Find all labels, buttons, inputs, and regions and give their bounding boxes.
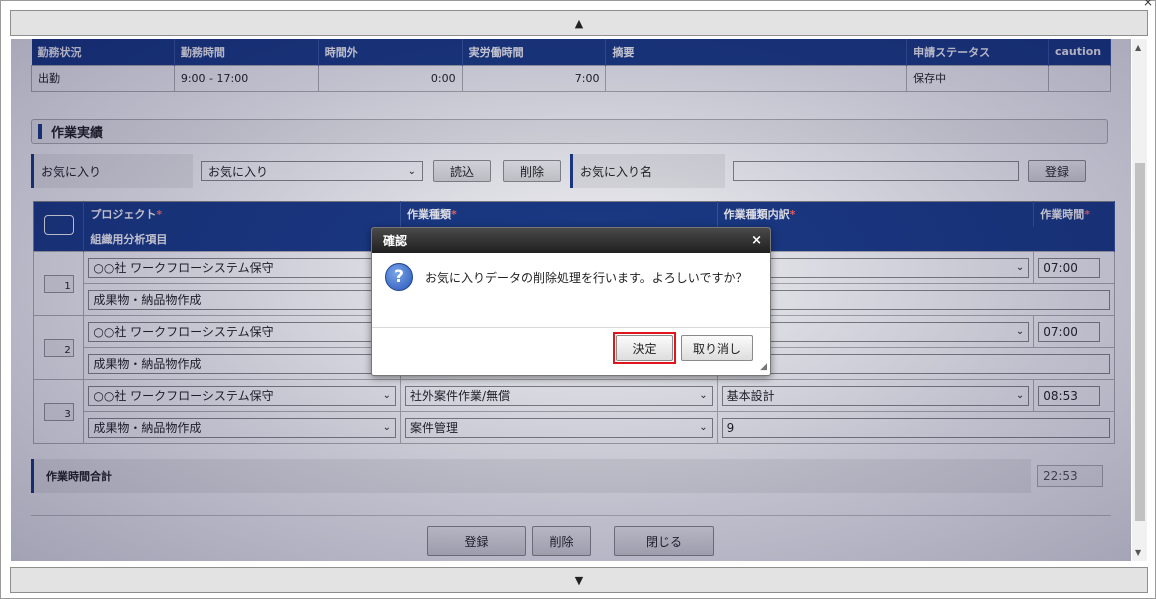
- header-work-time: 作業時間*: [1033, 201, 1115, 227]
- attendance-caution: [1047, 64, 1112, 92]
- analysis-input[interactable]: 成果物・納品物作成: [88, 289, 397, 310]
- resize-grip-icon[interactable]: ◢: [760, 362, 767, 372]
- register-button[interactable]: 登録: [427, 526, 526, 556]
- chevron-down-icon: ⌄: [382, 390, 392, 401]
- favorites-select[interactable]: お気に入り ⌄: [201, 161, 423, 181]
- detail-input-2[interactable]: [721, 289, 1110, 310]
- analysis-input[interactable]: 成果物・納品物作成: [88, 353, 397, 374]
- attendance-table: 勤務状況 勤務時間 時間外 実労働時間 摘要 申請ステータス caution 出…: [31, 39, 1112, 92]
- favorite-name-input[interactable]: [733, 161, 1019, 181]
- dialog-body: ? お気に入りデータの削除処理を行います。よろしいですか？: [372, 253, 770, 328]
- attendance-actual-hours: 7:00: [461, 64, 607, 92]
- dialog-titlebar[interactable]: 確認 ×: [372, 228, 770, 253]
- cancel-button[interactable]: 取り消し: [681, 335, 753, 361]
- favorites-select-value: お気に入り: [208, 164, 269, 179]
- attendance-header-actual-hours: 実労働時間: [462, 39, 607, 65]
- chevron-down-icon: ⌄: [1015, 390, 1025, 401]
- row-index-cell: 3: [32, 379, 85, 444]
- favorites-label: お気に入り: [31, 154, 193, 188]
- dialog-message: お気に入りデータの削除処理を行います。よろしいですか？: [425, 271, 748, 285]
- vertical-scrollbar[interactable]: ▲ ▼: [1132, 39, 1147, 561]
- table-row: 成果物・納品物作成 ⌄ 案件管理 ⌄ 9: [34, 411, 1116, 444]
- dialog-buttons: 決定 取り消し: [613, 332, 753, 364]
- attendance-overtime: 0:00: [317, 64, 463, 92]
- row-index-cell: 2: [32, 315, 85, 380]
- row-index[interactable]: 2: [43, 338, 74, 357]
- attendance-status: 出勤: [31, 64, 175, 92]
- project-select[interactable]: ○○社 ワークフローシステム保守⌄: [88, 321, 397, 342]
- work-time-input[interactable]: 08:53: [1038, 385, 1101, 406]
- total-label: 作業時間合計: [31, 459, 1031, 493]
- delete-button[interactable]: 削除: [532, 526, 591, 556]
- attendance-work-hours: 9:00 - 17:00: [173, 64, 319, 92]
- analysis-select-2[interactable]: 案件管理 ⌄: [405, 417, 713, 438]
- row-index-cell: 1: [32, 251, 85, 316]
- analysis-select[interactable]: 成果物・納品物作成 ⌄: [88, 417, 397, 438]
- ok-button-highlight: 決定: [613, 332, 676, 364]
- project-select[interactable]: ○○社 ワークフローシステム保守⌄: [88, 257, 397, 278]
- table-row: 3 ○○社 ワークフローシステム保守 ⌄ 社外案件作業/無償 ⌄ 基本設計 ⌄ 08:…: [32, 379, 1115, 444]
- close-icon[interactable]: ×: [751, 233, 762, 248]
- favorites-delete-button[interactable]: 削除: [503, 160, 561, 182]
- chevron-down-icon: ⌄: [382, 422, 392, 433]
- attendance-header-request-status: 申請ステータス: [906, 39, 1049, 65]
- scrollbar-thumb[interactable]: [1135, 163, 1145, 521]
- scroll-up-arrow-icon[interactable]: ▲: [1135, 43, 1141, 52]
- attendance-request-status: 保存中: [906, 64, 1049, 92]
- corner-close-icon[interactable]: ×: [1143, 0, 1153, 9]
- scroll-up-button[interactable]: ▲: [10, 10, 1148, 36]
- work-time-input[interactable]: 07:00: [1038, 321, 1101, 342]
- attendance-summary: [605, 64, 908, 92]
- header-project: プロジェクト*: [83, 201, 402, 227]
- total-row: 作業時間合計 22:53: [31, 459, 1111, 493]
- header-work-detail: 作業種類内訳*: [717, 201, 1035, 227]
- work-type-select[interactable]: 社外案件作業/無償 ⌄: [405, 385, 713, 406]
- confirm-dialog: 確認 × ? お気に入りデータの削除処理を行います。よろしいですか？ 決定 取り…: [371, 227, 771, 376]
- favorites-row: お気に入り お気に入り ⌄ 読込 削除 お気に入り名 登録: [31, 154, 1111, 188]
- select-all-checkbox[interactable]: [43, 215, 74, 235]
- attendance-header-overtime: 時間外: [318, 39, 463, 65]
- chevron-down-icon: ⌄: [699, 390, 708, 401]
- row-index[interactable]: 1: [43, 274, 74, 293]
- select-all-header: [33, 201, 85, 252]
- detail-input-2[interactable]: [721, 353, 1110, 374]
- work-time-input[interactable]: 07:00: [1038, 257, 1101, 278]
- chevron-down-icon: ⌄: [407, 165, 416, 177]
- attendance-header-summary: 摘要: [605, 39, 908, 65]
- chevron-down-icon: ⌄: [1015, 262, 1025, 273]
- chevron-down-icon: ⌄: [1015, 326, 1025, 337]
- close-button[interactable]: 閉じる: [614, 526, 714, 556]
- section-accent-bar: [38, 124, 42, 139]
- favorite-register-button[interactable]: 登録: [1028, 160, 1086, 182]
- favorites-load-button[interactable]: 読込: [433, 160, 491, 182]
- scroll-down-arrow-icon[interactable]: ▼: [1135, 548, 1141, 557]
- attendance-row: 出勤 9:00 - 17:00 0:00 7:00 保存中: [31, 64, 1112, 92]
- scroll-down-button[interactable]: ▼: [10, 567, 1148, 593]
- attendance-header-work-hours: 勤務時間: [174, 39, 319, 65]
- header-work-type: 作業種類*: [400, 201, 718, 227]
- work-detail-select[interactable]: 基本設計 ⌄: [721, 385, 1030, 406]
- work-results-section-header: 作業実績: [31, 119, 1108, 144]
- attendance-header-caution: caution: [1048, 39, 1112, 65]
- window: × ▲ 勤務状況 勤務時間 時間外 実労働時間 摘要 申請ステータス cauti…: [0, 0, 1156, 599]
- dialog-title: 確認: [383, 234, 408, 248]
- favorite-name-label: お気に入り名: [570, 154, 725, 188]
- work-results-title: 作業実績: [51, 126, 104, 141]
- project-select[interactable]: ○○社 ワークフローシステム保守⌄: [88, 385, 397, 406]
- attendance-header-status: 勤務状況: [31, 39, 175, 65]
- question-icon: ?: [385, 263, 413, 291]
- ok-button[interactable]: 決定: [616, 335, 673, 361]
- total-value: 22:53: [1037, 465, 1103, 487]
- divider: [31, 515, 1111, 516]
- row-index[interactable]: 3: [43, 402, 74, 421]
- detail-input-2[interactable]: 9: [721, 417, 1110, 438]
- chevron-down-icon: ⌄: [699, 422, 708, 433]
